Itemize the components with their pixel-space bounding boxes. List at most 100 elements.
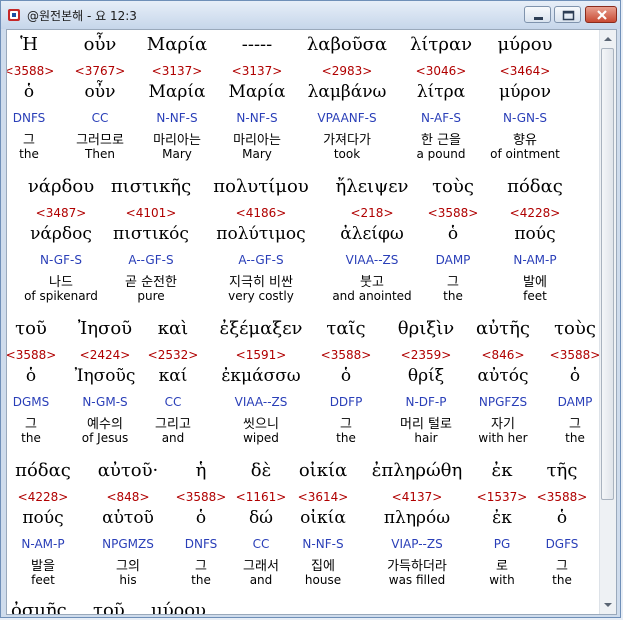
close-button[interactable] <box>585 6 617 23</box>
korean-gloss: 그 <box>569 417 581 432</box>
word-cell[interactable]: Ἰησοῦ <2424> Ἰησοῦς N-GM-S 예수의 of Jesus <box>67 318 143 456</box>
scroll-down-icon[interactable] <box>601 597 615 613</box>
parsing-code: N-NF-S <box>156 111 198 125</box>
lexical-form: πιστικός <box>113 224 189 244</box>
english-gloss: wiped <box>243 431 279 445</box>
strongs-number: <3767> <box>74 64 126 78</box>
english-gloss: with her <box>478 431 528 445</box>
word-cell[interactable]: λαβοῦσα <2983> λαμβάνω VPAANF-S 가져다가 took <box>298 34 396 172</box>
greek-word: πιστικῆς <box>110 176 192 197</box>
word-cell[interactable]: πιστικῆς <4101> πιστικός A--GF-S 곧 순전한 pure <box>103 176 199 314</box>
parsing-code: N-DF-P <box>405 395 447 409</box>
word-cell[interactable]: αὐτῆς <846> αὐτός NPGFZS 자기 with her <box>463 318 543 456</box>
lexical-form: νάρδος <box>30 224 92 244</box>
parsing-code: N-AF-S <box>420 111 462 125</box>
greek-word: ἐκ <box>491 460 513 481</box>
english-gloss: and anointed <box>332 289 412 303</box>
english-gloss: the <box>443 289 463 303</box>
lexical-form: οἰκία <box>300 508 346 528</box>
word-cell[interactable]: θριξὶν <2359> θρίξ N-DF-P 머리 털로 hair <box>382 318 470 456</box>
word-cell[interactable]: ἡ <3588> ὁ DNFS 그 the <box>171 460 231 598</box>
strongs-number: <3588> <box>536 490 588 504</box>
word-cell[interactable]: ἤλειψεν <218> ἀλείφω VIAA--ZS 붓고 and anointed <box>318 176 426 314</box>
word-cell[interactable]: λίτραν <3046> λίτρα N-AF-S 한 근을 a pound <box>399 34 483 172</box>
greek-word: νάρδου <box>27 176 95 197</box>
scroll-up-icon[interactable] <box>601 31 615 47</box>
word-cell[interactable]: πολυτίμου <4186> πολύτιμος A--GF-S 지극히 비싼 ver… <box>205 176 317 314</box>
parsing-code: VIAP--ZS <box>391 537 443 551</box>
strongs-number: <3588> <box>320 348 372 362</box>
interlinear-view[interactable]: Ἡ <3588> ὁ DNFS 그 the οὖν <3767> οὖν CC 그러므로 Then Μα… <box>6 29 617 615</box>
word-cell[interactable]: ἐκ <1537> ἐκ PG 로 with <box>472 460 532 598</box>
strongs-number: <4137> <box>391 490 443 504</box>
word-cell[interactable]: νάρδου <3487> νάρδος N-GF-S 나드 of spikenard <box>11 176 111 314</box>
lexical-form: ὁ <box>447 224 459 244</box>
greek-word: τῆς <box>546 460 578 481</box>
korean-gloss: 그 <box>556 559 568 574</box>
title-bar[interactable]: @원전본해 - 요 12:3 <box>1 1 620 29</box>
lexical-form: αὐτός <box>477 366 529 386</box>
partial-greek-word: τοῦ <box>93 600 125 615</box>
maximize-icon <box>562 10 575 21</box>
strongs-number: <1537> <box>476 490 528 504</box>
strongs-number: <3046> <box>415 64 467 78</box>
word-cell[interactable]: ----- <3137> Μαρία N-NF-S 마리아는 Mary <box>219 34 295 172</box>
korean-gloss: 그의 <box>116 559 140 574</box>
greek-word: λαβοῦσα <box>306 34 388 55</box>
word-cell[interactable]: δὲ <1161> δώ CC 그래서 and <box>231 460 291 598</box>
vertical-scrollbar[interactable] <box>599 30 616 614</box>
english-gloss: hair <box>414 431 438 445</box>
lexical-form: λαμβάνω <box>307 82 387 102</box>
strongs-number: <2532> <box>147 348 199 362</box>
strongs-number: <3588> <box>6 64 55 78</box>
korean-gloss: 예수의 <box>87 417 123 432</box>
strongs-number: <3137> <box>231 64 283 78</box>
strongs-number: <4228> <box>17 490 69 504</box>
parsing-code: N-GN-S <box>503 111 547 125</box>
greek-word: μύρου <box>497 34 553 55</box>
strongs-number: <3588> <box>427 206 479 220</box>
word-cell[interactable]: μύρου <3464> μύρον N-GN-S 향유 of ointment <box>477 34 573 172</box>
lexical-form: ὁ <box>195 508 207 528</box>
english-gloss: very costly <box>228 289 294 303</box>
word-cell[interactable]: αὐτοῦ· <848> αὑτοῦ NPGMZS 그의 his <box>86 460 170 598</box>
greek-word: ἐξέμαξεν <box>219 318 303 339</box>
strongs-number: <4101> <box>125 206 177 220</box>
word-cell[interactable]: ἐπληρώθη <4137> πληρόω VIAP--ZS 가득하더라 was fil… <box>358 460 476 598</box>
word-cell[interactable]: ταῖς <3588> ὁ DDFP 그 the <box>311 318 381 456</box>
word-cell[interactable]: τῆς <3588> ὁ DGFS 그 the <box>532 460 592 598</box>
word-cell[interactable]: οὖν <3767> οὖν CC 그러므로 Then <box>64 34 136 172</box>
parsing-code: DNFS <box>12 111 46 125</box>
parsing-code: VPAANF-S <box>317 111 377 125</box>
word-cell[interactable]: τοὺς <3588> ὁ DAMP 그 the <box>417 176 489 314</box>
english-gloss: the <box>336 431 356 445</box>
lexical-form: ὁ <box>23 82 35 102</box>
word-cell[interactable]: ἐξέμαξεν <1591> ἐκμάσσω VIAA--ZS 씻으니 wiped <box>213 318 309 456</box>
lexical-form: Ἰησοῦς <box>74 366 136 386</box>
english-gloss: the <box>21 431 41 445</box>
english-gloss: and <box>161 431 185 445</box>
english-gloss: the <box>552 573 572 587</box>
greek-word: Μαρία <box>146 34 208 55</box>
word-cell[interactable]: τοῦ <3588> ὁ DGMS 그 the <box>7 318 57 456</box>
word-cell[interactable]: τοὺς <3588> ὁ DAMP 그 the <box>545 318 605 456</box>
maximize-button[interactable] <box>554 6 581 23</box>
lexical-form: δώ <box>248 508 274 528</box>
parsing-code: NPGFZS <box>478 395 528 409</box>
greek-word: τοὺς <box>554 318 596 339</box>
lexical-form: ἐκ <box>492 508 512 528</box>
word-cell[interactable]: πόδας <4228> πούς N-AM-P 발에 feet <box>493 176 577 314</box>
minimize-button[interactable] <box>524 6 551 23</box>
scroll-thumb[interactable] <box>601 48 614 500</box>
strongs-number: <1591> <box>235 348 287 362</box>
greek-word: λίτραν <box>409 34 473 55</box>
korean-gloss: 그 <box>25 417 37 432</box>
word-cell[interactable]: Μαρία <3137> Μαρία N-NF-S 마리아는 Mary <box>135 34 219 172</box>
korean-gloss: 로 <box>496 559 508 574</box>
word-cell[interactable]: πόδας <4228> πούς N-AM-P 발을 feet <box>11 460 75 598</box>
word-cell[interactable]: Ἡ <3588> ὁ DNFS 그 the <box>6 34 55 172</box>
word-cell[interactable]: καὶ <2532> καί CC 그리고 and <box>141 318 205 456</box>
korean-gloss: 그리고 <box>155 417 191 432</box>
lexical-form: οὖν <box>84 82 116 102</box>
word-cell[interactable]: οἰκία <3614> οἰκία N-NF-S 집에 house <box>287 460 359 598</box>
